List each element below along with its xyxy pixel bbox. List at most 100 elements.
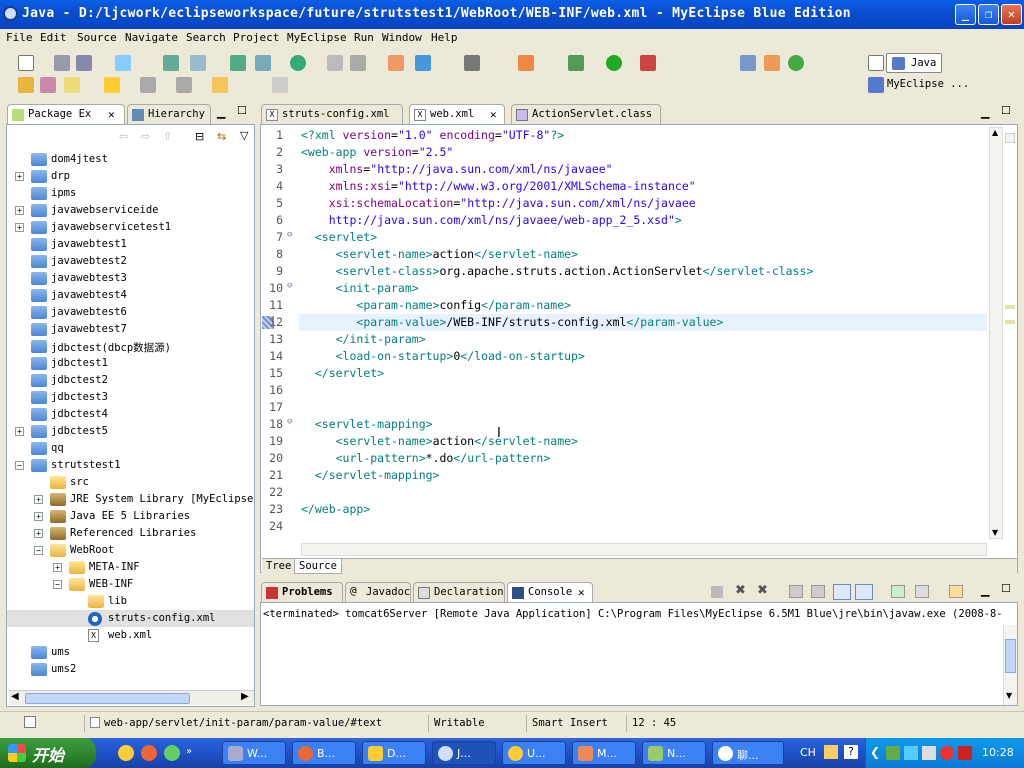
fold-toggle-icon[interactable]: ⊖ — [287, 281, 292, 291]
camera-icon[interactable] — [464, 55, 480, 71]
open-folder-icon[interactable] — [18, 77, 34, 93]
expand-icon[interactable]: + — [34, 495, 43, 504]
tree-item[interactable]: ipms — [7, 185, 254, 202]
expand-icon[interactable]: + — [53, 563, 62, 572]
quicklaunch-more-icon[interactable]: » — [186, 746, 192, 757]
tree-item[interactable]: javawebtest6 — [7, 304, 254, 321]
close-tab-icon[interactable]: ✕ — [108, 108, 115, 121]
tab-web-xml[interactable]: X web.xml ✕ — [409, 104, 505, 124]
tab-source[interactable]: Source — [294, 559, 342, 574]
tool-icon[interactable] — [518, 55, 534, 71]
tree-item[interactable]: + Referenced Libraries — [7, 525, 254, 542]
minimize-view-icon[interactable]: ▁ — [217, 106, 225, 119]
tree-item[interactable]: − WebRoot — [7, 542, 254, 559]
forward-nav-icon[interactable]: ⇨ — [141, 130, 150, 143]
minimize-button[interactable]: _ — [955, 4, 976, 25]
close-button[interactable]: ✕ — [1001, 4, 1022, 25]
expand-icon[interactable]: + — [34, 512, 43, 521]
tree-item[interactable]: ums — [7, 644, 254, 661]
menu-edit[interactable]: Edit — [40, 31, 67, 44]
tree-item[interactable]: javawebtest3 — [7, 270, 254, 287]
fold-toggle-icon[interactable]: ⊖ — [287, 417, 292, 427]
horizontal-scrollbar[interactable]: ◀ ▶ — [9, 690, 254, 705]
expand-icon[interactable]: + — [15, 223, 24, 232]
tab-console[interactable]: Console ✕ — [507, 582, 593, 602]
terminate-icon[interactable] — [711, 586, 723, 598]
collapse-icon[interactable]: − — [53, 580, 62, 589]
refresh-icon[interactable] — [788, 55, 804, 71]
task-item-active[interactable]: J... — [432, 741, 496, 765]
annotation-icon[interactable] — [64, 77, 80, 93]
tray-network-icon[interactable] — [904, 746, 918, 760]
scroll-left-icon[interactable]: ◀ — [11, 691, 19, 702]
scroll-down-icon[interactable]: ▼ — [992, 528, 998, 537]
forward-icon[interactable] — [272, 77, 288, 93]
expand-icon[interactable]: + — [34, 529, 43, 538]
maximize-view-icon[interactable]: ☐ — [237, 104, 247, 117]
code-lines[interactable]: 1 <?xml version="1.0" encoding="UTF-8"?> 2… — [261, 128, 987, 540]
server-icon[interactable] — [230, 55, 246, 71]
code-line[interactable]: 16 — [261, 383, 987, 400]
tree-item[interactable]: dom4jtest — [7, 151, 254, 168]
tree-item[interactable]: + META-INF — [7, 559, 254, 576]
link-editor-icon[interactable]: ⇆ — [217, 130, 226, 143]
show-stdout-icon[interactable] — [833, 584, 851, 600]
tree-item[interactable]: jdbctest4 — [7, 406, 254, 423]
tree-item[interactable]: − WEB-INF — [7, 576, 254, 593]
collapse-icon[interactable]: − — [34, 546, 43, 555]
tray-app-icon[interactable] — [886, 746, 900, 760]
open-perspective-icon[interactable] — [740, 55, 756, 71]
new-class-icon[interactable] — [388, 55, 404, 71]
expand-icon[interactable]: + — [15, 427, 24, 436]
scroll-lock-icon[interactable] — [811, 585, 825, 598]
task-item[interactable]: W... — [222, 741, 286, 765]
code-line[interactable]: 2 <web-app version="2.5" — [261, 145, 987, 162]
fold-toggle-icon[interactable]: ⊖ — [287, 230, 292, 240]
open-type-icon[interactable] — [163, 55, 179, 71]
overview-marker[interactable] — [1005, 320, 1015, 324]
menu-project[interactable]: Project — [233, 31, 279, 44]
code-line[interactable]: 11 <param-name>config</param-name> — [261, 298, 987, 315]
tab-hierarchy[interactable]: Hierarchy — [127, 104, 211, 124]
scroll-down-icon[interactable]: ▼ — [1006, 691, 1012, 700]
code-line[interactable]: 1 <?xml version="1.0" encoding="UTF-8"?> — [261, 128, 987, 145]
ime-icon[interactable] — [824, 745, 838, 759]
quicklaunch-icon[interactable] — [118, 745, 134, 761]
code-line[interactable]: 7 ⊖ <servlet> — [261, 230, 987, 247]
pin-console-icon[interactable] — [891, 585, 905, 598]
code-line[interactable]: 10 ⊖ <init-param> — [261, 281, 987, 298]
db-browser-icon[interactable] — [350, 55, 366, 71]
tree-item[interactable]: jdbctest(dbcp数据源) — [7, 338, 254, 355]
tree-item[interactable]: jdbctest2 — [7, 372, 254, 389]
tab-actionservlet-class[interactable]: ActionServlet.class — [511, 104, 661, 124]
menu-myeclipse[interactable]: MyEclipse — [287, 31, 347, 44]
minimize-editor-icon[interactable]: ▁ — [981, 106, 989, 119]
overview-marker[interactable] — [1005, 305, 1015, 309]
code-line[interactable]: 14 <load-on-startup>0</load-on-startup> — [261, 349, 987, 366]
remove-launch-icon[interactable]: ✖ — [735, 583, 746, 598]
scroll-up-icon[interactable]: ▲ — [992, 128, 998, 137]
task-item[interactable]: D... — [362, 741, 426, 765]
menu-window[interactable]: Window — [382, 31, 422, 44]
code-line[interactable]: 3 xmlns="http://java.sun.com/xml/ns/java… — [261, 162, 987, 179]
firefox-quicklaunch-icon[interactable] — [141, 745, 157, 761]
expand-icon[interactable]: + — [15, 172, 24, 181]
tree-item[interactable]: + JRE System Library [MyEclipse 6 — [7, 491, 254, 508]
vertical-scrollbar[interactable]: ▲ ▼ — [989, 127, 1003, 539]
maximize-button[interactable]: ❐ — [978, 4, 999, 25]
menu-navigate[interactable]: Navigate — [125, 31, 178, 44]
tree-item[interactable]: ums2 — [7, 661, 254, 678]
console-output[interactable]: <terminated> tomcat6Server [Remote Java … — [260, 602, 1018, 706]
prev-annotation-icon[interactable] — [176, 77, 192, 93]
menu-search[interactable]: Search — [186, 31, 226, 44]
code-line[interactable]: 21 </servlet-mapping> — [261, 468, 987, 485]
task-item[interactable]: 聊... — [712, 741, 784, 765]
tree-item[interactable]: − strutstest1 — [7, 457, 254, 474]
code-line[interactable]: 24 — [261, 519, 987, 536]
code-line[interactable]: 23 </web-app> — [261, 502, 987, 519]
minimize-console-icon[interactable]: ▁ — [981, 584, 989, 597]
maximize-console-icon[interactable]: ☐ — [1001, 582, 1011, 595]
editor-horizontal-scrollbar[interactable] — [301, 543, 987, 556]
debug-icon[interactable] — [568, 55, 584, 71]
code-line[interactable]: 17 — [261, 400, 987, 417]
